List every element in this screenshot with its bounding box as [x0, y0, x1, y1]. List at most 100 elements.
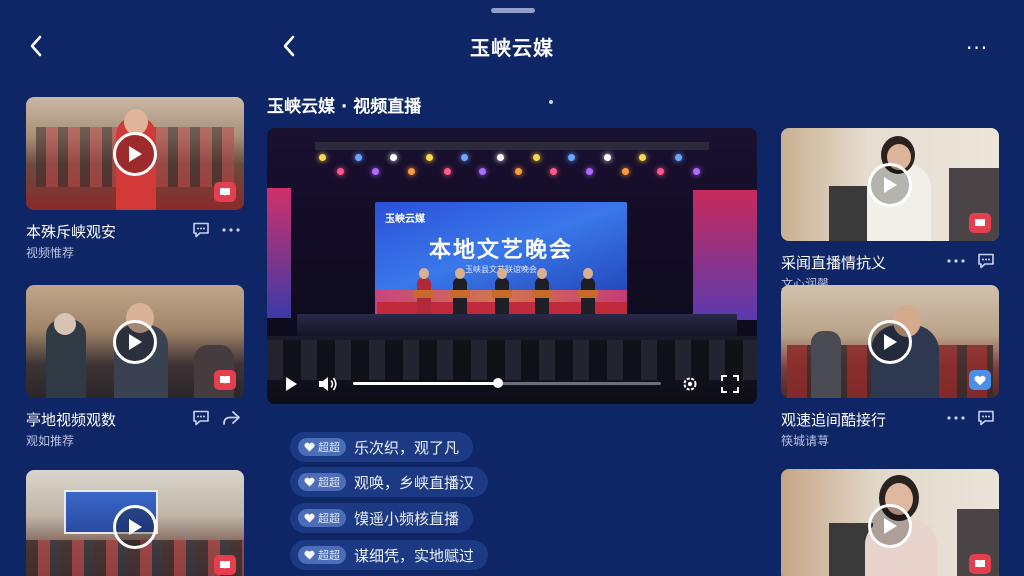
- live-comment: 超超 乐次织，观了凡: [290, 432, 474, 462]
- comment-text: 馍遥小频核直播: [354, 509, 460, 528]
- more-options-button[interactable]: ···: [966, 36, 988, 60]
- play-icon: [884, 517, 897, 534]
- comment-icon: [193, 222, 209, 238]
- comment-text: 乐次织，观了凡: [354, 438, 460, 457]
- performer-head: [455, 268, 465, 279]
- favorite-badge: [969, 370, 991, 390]
- video-thumbnail[interactable]: [26, 470, 244, 576]
- like-tag[interactable]: 超超: [298, 509, 346, 527]
- live-comment: 超超 谋细凭，实地赋过: [290, 540, 489, 570]
- video-card[interactable]: 本殊斥峡观安 视频惟荐: [26, 97, 244, 261]
- video-card[interactable]: [781, 469, 999, 576]
- video-thumbnail[interactable]: [781, 469, 999, 576]
- video-source: 观如推荐: [26, 434, 75, 448]
- live-comment: 超超 馍遥小频核直播: [290, 503, 474, 533]
- performer-head: [583, 268, 593, 279]
- seek-progress: [353, 382, 498, 385]
- heart-icon: [304, 442, 315, 452]
- play-button[interactable]: [868, 319, 912, 364]
- comment-button[interactable]: [977, 253, 995, 269]
- like-tag-label: 超超: [318, 549, 340, 562]
- video-thumbnail[interactable]: [26, 97, 244, 210]
- book-icon: [975, 560, 985, 568]
- fullscreen-icon: [721, 375, 739, 393]
- comment-button[interactable]: [192, 222, 210, 238]
- play-icon: [129, 145, 142, 162]
- like-tag-label: 超超: [318, 512, 340, 525]
- live-badge: [969, 213, 991, 233]
- podium: [414, 290, 434, 298]
- video-card[interactable]: [26, 470, 244, 576]
- video-thumbnail[interactable]: [781, 285, 999, 398]
- video-card[interactable]: 采闻直播情抗义 文心润馨: [781, 128, 999, 292]
- comment-icon: [978, 253, 994, 269]
- video-thumbnail[interactable]: [781, 128, 999, 241]
- seek-handle[interactable]: [492, 378, 503, 388]
- live-badge: [214, 370, 236, 390]
- podium: [578, 290, 598, 298]
- play-button[interactable]: [113, 504, 157, 549]
- book-icon: [220, 376, 230, 384]
- volume-icon: [319, 377, 337, 391]
- fullscreen-button[interactable]: [719, 374, 741, 394]
- heart-icon: [974, 375, 986, 385]
- play-icon: [129, 518, 142, 535]
- comment-text: 谋细凭，实地赋过: [354, 546, 475, 565]
- more-dots-icon: [947, 259, 965, 263]
- more-button[interactable]: [222, 228, 240, 232]
- drag-handle[interactable]: [491, 8, 535, 13]
- like-tag-label: 超超: [318, 476, 340, 489]
- book-icon: [220, 561, 230, 569]
- like-tag[interactable]: 超超: [298, 438, 346, 456]
- like-tag[interactable]: 超超: [298, 473, 346, 491]
- play-button[interactable]: [868, 503, 912, 548]
- comment-button[interactable]: [192, 410, 210, 426]
- live-badge: [969, 554, 991, 574]
- live-badge: [214, 555, 236, 575]
- play-icon: [884, 333, 897, 350]
- play-button[interactable]: [868, 162, 912, 207]
- more-dots-icon: [947, 416, 965, 420]
- play-icon: [286, 377, 297, 391]
- like-tag-label: 超超: [318, 441, 340, 454]
- player-controls: [267, 364, 757, 404]
- podium: [450, 290, 470, 298]
- book-icon: [975, 219, 985, 227]
- video-card[interactable]: 亭地视频观数 观如推荐: [26, 285, 244, 449]
- heart-icon: [304, 550, 315, 560]
- page-title: 玉峡云媒: [470, 36, 554, 60]
- play-pause-button[interactable]: [281, 374, 301, 394]
- comment-icon: [193, 410, 209, 426]
- video-source: 筷城请荨: [781, 434, 830, 448]
- performer-head: [419, 268, 429, 279]
- heart-icon: [304, 477, 315, 487]
- play-icon: [884, 176, 897, 193]
- podium: [492, 290, 512, 298]
- section-title: 玉峡云媒 · 视频直播: [267, 97, 422, 117]
- play-icon: [129, 333, 142, 350]
- podium: [532, 290, 552, 298]
- play-button[interactable]: [113, 131, 157, 176]
- video-source: 视频惟荐: [26, 246, 75, 260]
- play-button[interactable]: [113, 319, 157, 364]
- book-icon: [220, 188, 230, 196]
- performer-head: [497, 268, 507, 279]
- comment-button[interactable]: [977, 410, 995, 426]
- share-icon: [223, 411, 240, 425]
- section-dot: [549, 100, 553, 104]
- settings-button[interactable]: [679, 374, 701, 394]
- comment-icon: [978, 410, 994, 426]
- seek-bar[interactable]: [353, 378, 661, 388]
- settings-icon: [683, 377, 697, 391]
- video-card[interactable]: 观速追间酷接行 筷城请荨: [781, 285, 999, 449]
- more-button[interactable]: [947, 259, 965, 263]
- volume-button[interactable]: [317, 374, 339, 394]
- more-button[interactable]: [947, 416, 965, 420]
- performer-head: [537, 268, 547, 279]
- live-comment: 超超 观唤，乡峡直播汉: [290, 467, 489, 497]
- share-button[interactable]: [222, 410, 240, 426]
- live-badge: [214, 182, 236, 202]
- like-tag[interactable]: 超超: [298, 546, 346, 564]
- video-thumbnail[interactable]: [26, 285, 244, 398]
- video-player[interactable]: 玉峡云媒 本地文艺晚会 玉峡县文艺联谊晚会: [267, 128, 757, 404]
